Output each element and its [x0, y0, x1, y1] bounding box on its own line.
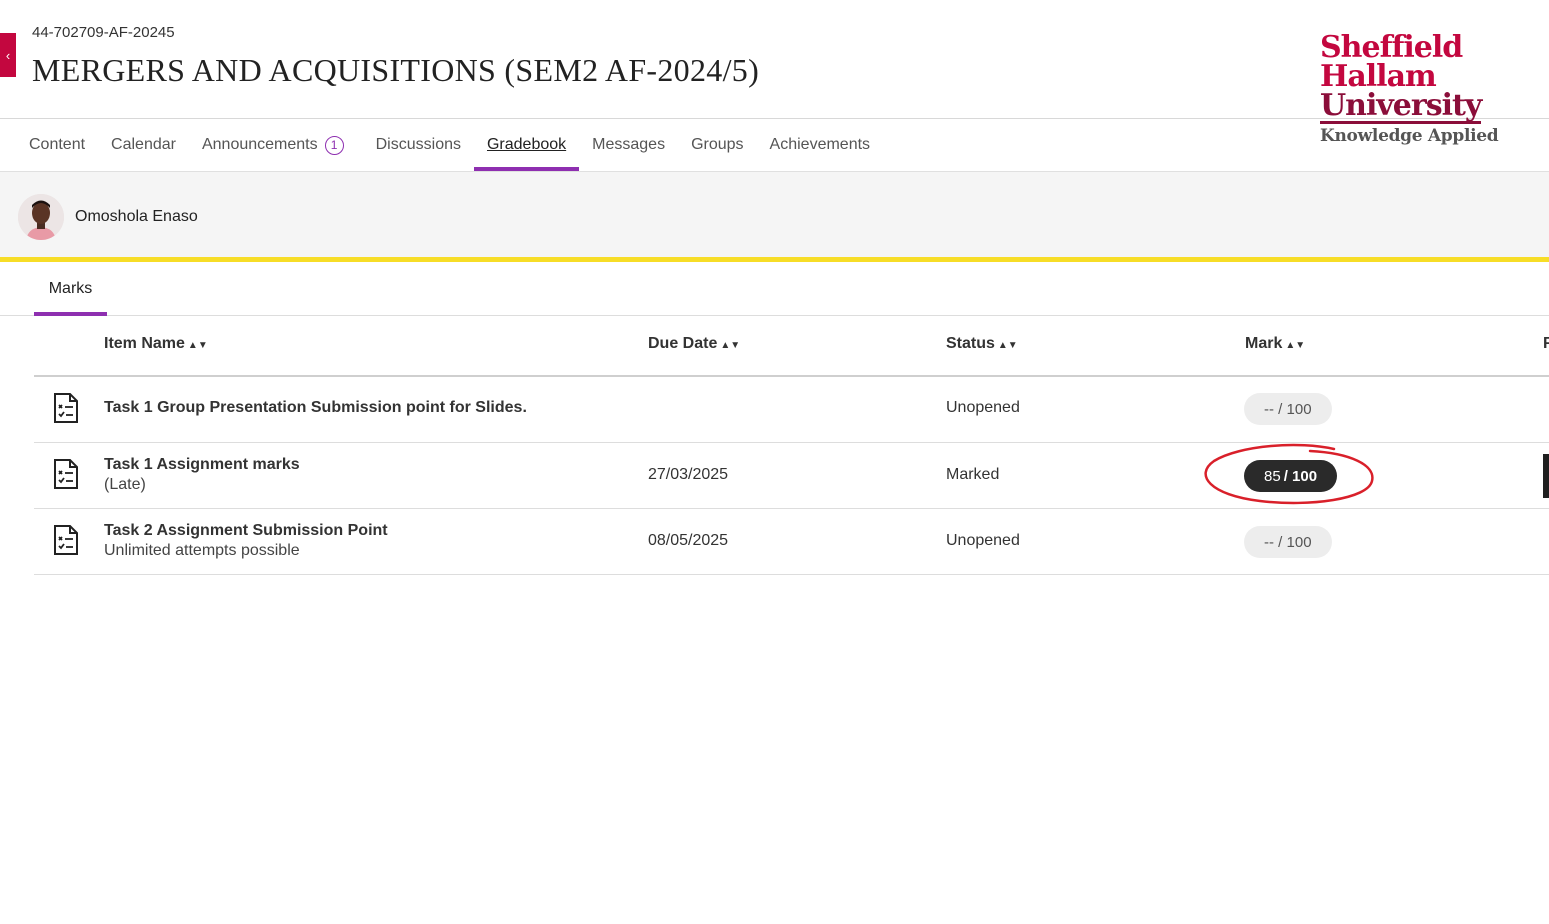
tab-discussions[interactable]: Discussions	[363, 119, 474, 171]
tab-content[interactable]: Content	[16, 119, 98, 171]
student-header: Omoshola Enaso	[0, 171, 1549, 258]
side-panel-toggle[interactable]: ‹	[0, 33, 16, 77]
column-header-status[interactable]: Status ▲▼	[946, 335, 1018, 353]
table-row[interactable]: Task 2 Assignment Submission Point Unlim…	[34, 509, 1549, 575]
column-header-item-name[interactable]: Item Name ▲▼	[104, 335, 208, 353]
course-nav: Content Calendar Announcements 1 Discussi…	[16, 119, 883, 171]
page-title: MERGERS AND ACQUISITIONS (SEM2 AF-2024/5…	[32, 52, 760, 88]
assignment-document-icon	[54, 393, 78, 423]
table-header: Item Name ▲▼ Due Date ▲▼ Status ▲▼ Mark ▲▼ F	[34, 316, 1549, 377]
gradebook-subtabs: Marks	[0, 262, 1549, 316]
due-date: 27/03/2025	[648, 466, 729, 483]
announcements-count-badge: 1	[324, 135, 344, 155]
item-name-link[interactable]: Task 2 Assignment Submission Point	[104, 522, 388, 540]
course-id: 44-702709-AF-20245	[32, 24, 175, 41]
tab-achievements[interactable]: Achievements	[757, 119, 884, 171]
tab-messages[interactable]: Messages	[579, 119, 678, 171]
status-text: Unopened	[946, 399, 1020, 416]
avatar[interactable]	[18, 194, 64, 240]
table-row[interactable]: Task 1 Group Presentation Submission poi…	[34, 377, 1549, 443]
column-header-due-date[interactable]: Due Date ▲▼	[648, 335, 740, 353]
tab-marks[interactable]: Marks	[34, 262, 107, 316]
tab-calendar[interactable]: Calendar	[98, 119, 189, 171]
mark-pill[interactable]: -- / 100	[1244, 526, 1332, 558]
assignment-document-icon	[54, 525, 78, 555]
sort-icon: ▲▼	[187, 340, 208, 351]
university-logo: Sheffield Hallam University Knowledge Ap…	[1320, 30, 1499, 146]
chevron-left-icon: ‹	[5, 47, 11, 63]
column-header-mark[interactable]: Mark ▲▼	[1245, 335, 1305, 353]
item-name-link[interactable]: Task 1 Group Presentation Submission poi…	[104, 399, 527, 417]
item-name-link[interactable]: Task 1 Assignment marks	[104, 456, 300, 474]
grades-table: Item Name ▲▼ Due Date ▲▼ Status ▲▼ Mark ▲▼ F…	[34, 316, 1549, 575]
item-subtitle: Unlimited attempts possible	[104, 542, 300, 559]
tab-gradebook[interactable]: Gradebook	[473, 119, 580, 171]
student-name: Omoshola Enaso	[75, 208, 198, 225]
due-date: 08/05/2025	[648, 532, 729, 549]
mark-pill[interactable]: 85/ 100	[1244, 460, 1338, 492]
sort-icon: ▲▼	[720, 340, 741, 351]
tab-groups[interactable]: Groups	[678, 119, 756, 171]
sort-icon: ▲▼	[997, 340, 1018, 351]
item-subtitle: (Late)	[104, 476, 146, 493]
status-text: Marked	[946, 466, 1000, 483]
sort-icon: ▲▼	[1285, 340, 1306, 351]
status-text: Unopened	[946, 532, 1020, 549]
table-row[interactable]: Task 1 Assignment marks (Late) 27/03/202…	[34, 443, 1549, 509]
assignment-document-icon	[54, 459, 78, 489]
mark-pill[interactable]: -- / 100	[1244, 393, 1332, 425]
column-header-truncated: F	[1543, 335, 1549, 352]
tab-announcements[interactable]: Announcements 1	[189, 119, 357, 171]
truncated-action-button[interactable]	[1543, 454, 1549, 498]
